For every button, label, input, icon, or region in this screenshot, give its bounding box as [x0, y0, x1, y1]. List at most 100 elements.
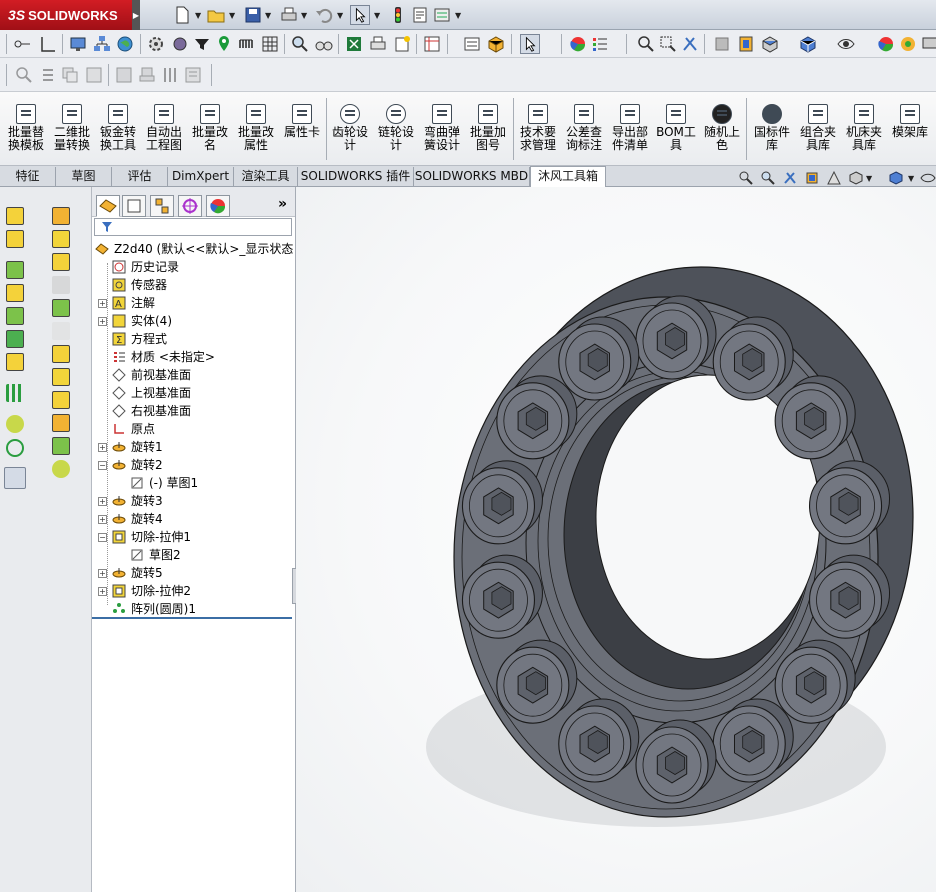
smart-dimension-icon[interactable] [12, 34, 32, 54]
tree-bottom-rollback-bar[interactable] [92, 617, 292, 619]
3d-sketch-icon[interactable] [52, 207, 70, 225]
tree-item[interactable]: + 旋转4 [92, 510, 292, 528]
options-dropdown-icon[interactable]: ▼ [455, 11, 461, 20]
select-tool-icon[interactable] [520, 34, 540, 54]
color-wheel-icon[interactable] [568, 34, 588, 54]
locking-assembly-model[interactable] [296, 187, 936, 892]
copy-disabled-icon[interactable] [60, 65, 80, 85]
machine-fixture-library-button[interactable]: 机床夹 具库 [842, 100, 886, 162]
fillet-icon[interactable] [52, 230, 70, 248]
view-orientation-dropdown-icon[interactable]: ▼ [866, 174, 872, 183]
tab-display-manager[interactable] [206, 195, 230, 217]
spring-design-button[interactable]: 弯曲弹 簧设计 [420, 100, 464, 162]
hide-show-items-icon[interactable] [920, 170, 936, 186]
expand-icon[interactable]: + [98, 497, 107, 506]
sheetmetal-convert-button[interactable]: 钣金转 换工具 [96, 100, 140, 162]
save-icon[interactable] [243, 5, 263, 25]
tree-item[interactable]: + 旋转1 [92, 438, 292, 456]
print-dropdown-icon[interactable]: ▼ [301, 11, 307, 20]
dynamic-annotation-icon[interactable] [736, 34, 756, 54]
tab-dimxpert[interactable]: DimXpert [168, 167, 234, 186]
open-folder-icon[interactable] [206, 5, 226, 25]
tree-item[interactable]: 传感器 [92, 276, 292, 294]
list-disabled-icon[interactable] [38, 65, 58, 85]
stamp-disabled-icon[interactable] [137, 65, 157, 85]
tab-dimxpert-manager[interactable] [178, 195, 202, 217]
revolve-boss-icon[interactable] [6, 230, 24, 248]
tree-item[interactable]: − 切除-拉伸1 [92, 528, 292, 546]
tab-solidworks-addins[interactable]: SOLIDWORKS 插件 [298, 167, 414, 186]
tab-features[interactable]: 特征 [0, 167, 56, 186]
options-icon[interactable] [432, 5, 452, 25]
shell-icon[interactable] [52, 322, 70, 340]
file-properties-icon[interactable] [410, 5, 430, 25]
lofted-boss-icon[interactable] [6, 284, 24, 302]
tree-item[interactable]: + A 注解 [92, 294, 292, 312]
expand-icon[interactable]: + [98, 299, 107, 308]
tab-feature-tree[interactable] [96, 195, 120, 217]
comb-icon[interactable] [237, 34, 257, 54]
expand-panel-button[interactable]: » [278, 196, 287, 212]
tree-item[interactable]: 阵列(圆周)1 [92, 600, 292, 618]
auto-drawing-button[interactable]: 自动出 工程图 [142, 100, 186, 162]
flex-icon[interactable] [52, 437, 70, 455]
gear-icon[interactable] [146, 34, 166, 54]
extruded-cut-icon[interactable] [6, 330, 24, 348]
grid-icon[interactable] [260, 34, 280, 54]
export-parts-list-button[interactable]: 导出部 件清单 [608, 100, 652, 162]
zoom-to-fit-icon[interactable] [738, 170, 754, 186]
zoom-disabled-icon[interactable] [14, 65, 34, 85]
gear-design-button[interactable]: 齿轮设 计 [328, 100, 372, 162]
tree-item[interactable]: + 旋转3 [92, 492, 292, 510]
modular-fixture-library-button[interactable]: 组合夹 具库 [796, 100, 840, 162]
rib-icon[interactable] [52, 276, 70, 294]
tab-property-manager[interactable] [122, 195, 146, 217]
tree-item[interactable]: − 旋转2 [92, 456, 292, 474]
open-dropdown-icon[interactable]: ▼ [229, 11, 235, 20]
table-icon[interactable] [422, 34, 442, 54]
bom-tool-button[interactable]: BOM工 具 [654, 100, 698, 162]
tab-sketch[interactable]: 草图 [56, 167, 112, 186]
chamfer-icon[interactable] [52, 253, 70, 271]
linear-pattern-icon[interactable] [6, 384, 24, 402]
toolbar-grip[interactable] [6, 34, 7, 54]
batch-2d-convert-button[interactable]: 二维批 量转换 [50, 100, 94, 162]
expand-icon[interactable]: + [98, 317, 107, 326]
display-style-icon[interactable] [798, 34, 818, 54]
sketch-line-icon[interactable] [38, 34, 58, 54]
extrude-boss-icon[interactable] [6, 207, 24, 225]
menu-expand-arrow-icon[interactable]: ▶ [132, 0, 140, 30]
columns-disabled-icon[interactable] [160, 65, 180, 85]
edit-disabled-icon[interactable] [84, 65, 104, 85]
gear-settings-icon[interactable] [170, 34, 190, 54]
hide-show-items-icon[interactable] [836, 34, 856, 54]
network-icon[interactable] [92, 34, 112, 54]
select-arrow-icon[interactable] [350, 5, 370, 25]
dynamic-annotation-icon[interactable] [826, 170, 842, 186]
tree-item[interactable]: 历史记录 [92, 258, 292, 276]
view-orientation-icon[interactable] [760, 34, 780, 54]
display-settings-icon[interactable] [920, 34, 936, 54]
standard-parts-library-button[interactable]: 国标件 库 [750, 100, 794, 162]
mirror-icon[interactable] [52, 391, 70, 409]
expand-icon[interactable]: + [98, 515, 107, 524]
hole-wizard-icon[interactable] [6, 353, 24, 371]
tree-item[interactable]: 右视基准面 [92, 402, 292, 420]
tree-filter-input[interactable] [94, 218, 292, 236]
tree-item[interactable]: 材质 <未指定> [92, 348, 292, 366]
dome-icon[interactable] [52, 414, 70, 432]
section-view-icon[interactable] [712, 34, 732, 54]
tree-root-part[interactable]: Z2d40 (默认<<默认>_显示状态 [92, 240, 296, 258]
mold-base-library-button[interactable]: 模架库 [888, 100, 932, 162]
curves-icon[interactable] [6, 439, 24, 457]
parts-cube-icon[interactable] [486, 34, 506, 54]
tab-render-tools[interactable]: 渲染工具 [234, 167, 298, 186]
zoom-to-fit-icon[interactable] [636, 34, 656, 54]
tree-item[interactable]: Σ 方程式 [92, 330, 292, 348]
tree-item[interactable]: 前视基准面 [92, 366, 292, 384]
new-dropdown-icon[interactable]: ▼ [195, 11, 201, 20]
zoom-area-icon[interactable] [760, 170, 776, 186]
intersect-icon[interactable] [52, 368, 70, 386]
note-list-icon[interactable] [462, 34, 482, 54]
monitor-icon[interactable] [68, 34, 88, 54]
